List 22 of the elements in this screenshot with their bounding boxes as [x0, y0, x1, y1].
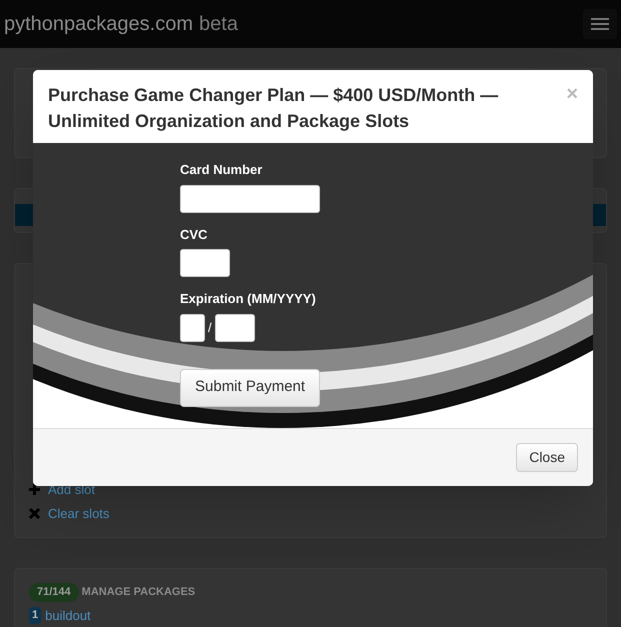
field-label: Card Number: [180, 161, 262, 179]
field-label: CVC: [180, 226, 208, 244]
close-dialog-button[interactable]: Close: [516, 443, 578, 472]
input-field[interactable]: [180, 314, 205, 342]
field-label: Expiration (MM/YYYY): [180, 290, 316, 308]
menu-button[interactable]: [583, 9, 617, 39]
count-badge: 71/144: [29, 583, 79, 602]
input-field[interactable]: [180, 249, 230, 277]
brand-link[interactable]: pythonpackages.com: [4, 9, 194, 39]
plus-icon: [29, 484, 40, 496]
panel-title: MANAGE PACKAGES: [82, 585, 196, 600]
modal-title: Purchase Game Changer Plan — $400 USD/Month — Unlimited Organization and Package Slots: [48, 84, 500, 133]
action-link[interactable]: Clear slots: [48, 504, 110, 523]
input-field[interactable]: [214, 314, 255, 342]
submit-button[interactable]: Submit Payment: [180, 368, 320, 406]
close-button[interactable]: ×: [566, 84, 578, 104]
number-badge: 1: [29, 607, 42, 624]
cross-icon: [29, 508, 40, 519]
date-separator: /: [208, 318, 212, 337]
package-link[interactable]: buildout: [45, 606, 91, 625]
input-field[interactable]: [180, 184, 320, 212]
brand-tag: beta: [199, 9, 238, 39]
